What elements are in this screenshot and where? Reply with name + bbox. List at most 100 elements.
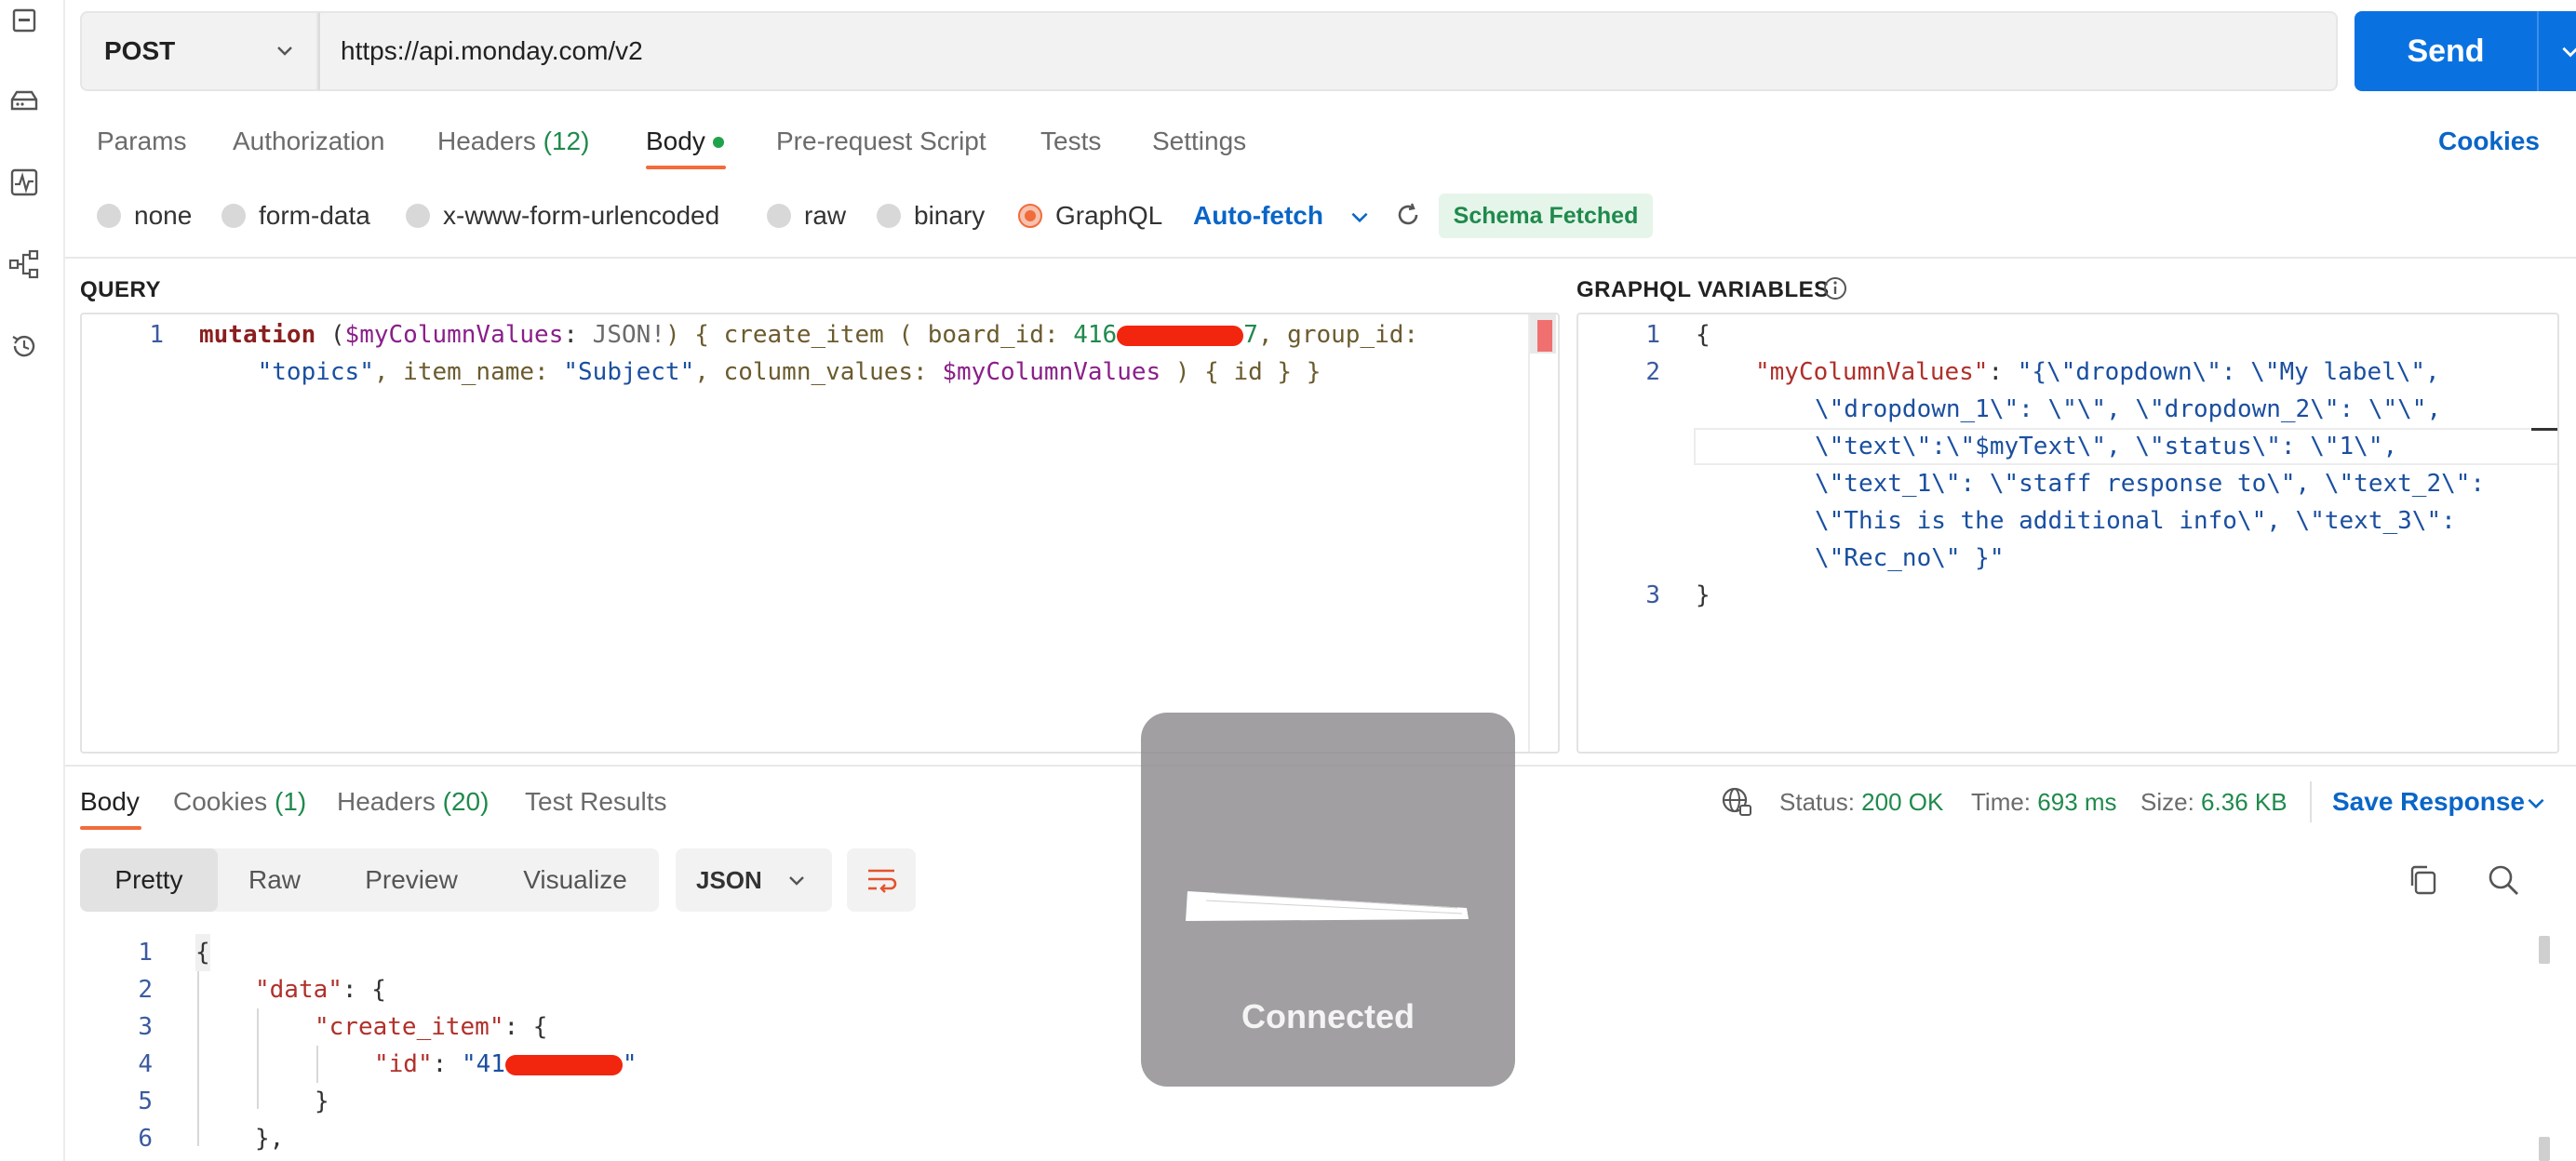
response-scrollbar-bottom[interactable]: [2539, 1137, 2550, 1161]
code-token: \"text_1\": \"staff response to\", \"tex…: [1815, 470, 2486, 498]
line-number: 3: [1645, 581, 1660, 609]
size-label: Size:: [2140, 788, 2194, 816]
active-tab-indicator: [80, 826, 141, 830]
code-token: :: [432, 1050, 462, 1078]
query-code-line-1: mutation ($myColumnValues: JSON!) { crea…: [199, 316, 1418, 354]
radio-graphql-circle: [1018, 204, 1042, 228]
graphql-variables-editor[interactable]: 1 2 3 { "myColumnValues": "{\"dropdown\"…: [1576, 313, 2559, 754]
response-tab-body[interactable]: Body: [80, 783, 140, 821]
chevron-down-icon: [277, 47, 292, 56]
info-icon[interactable]: [1822, 275, 1848, 301]
radio-raw[interactable]: raw: [767, 199, 846, 233]
autofetch-chevron-down-icon[interactable]: [1348, 205, 1372, 229]
radio-none[interactable]: none: [97, 199, 192, 233]
line-number: 4: [138, 1050, 153, 1078]
tab-params[interactable]: Params: [97, 123, 186, 160]
tab-tests[interactable]: Tests: [1040, 123, 1101, 160]
save-response-button[interactable]: Save Response: [2332, 783, 2525, 821]
query-editor[interactable]: 1 mutation ($myColumnValues: JSON!) { cr…: [80, 313, 1560, 754]
code-token: "myColumnValues": [1755, 358, 1989, 386]
tab-authorization[interactable]: Authorization: [233, 123, 384, 160]
code-token: $myColumnValues: [344, 321, 564, 349]
tab-headers-label: Headers: [437, 127, 536, 155]
method-select[interactable]: POST: [80, 11, 318, 91]
radio-urlencoded[interactable]: x-www-form-urlencoded: [406, 199, 719, 233]
tab-prerequest-script[interactable]: Pre-request Script: [776, 123, 986, 160]
response-line-3: "create_item": {: [315, 1008, 547, 1046]
time-value: 693 ms: [2037, 788, 2117, 816]
wrap-lines-button[interactable]: [847, 848, 916, 912]
view-pretty-button[interactable]: Pretty: [80, 848, 218, 912]
query-code-line-1-wrap: "topics", item_name: "Subject", column_v…: [199, 354, 1322, 391]
flows-icon[interactable]: [6, 246, 43, 283]
size-value: 6.36 KB: [2201, 788, 2288, 816]
tab-settings[interactable]: Settings: [1152, 123, 1246, 160]
radio-form-data-label: form-data: [259, 201, 370, 230]
code-token: (: [315, 321, 345, 349]
code-token: \"This is the additional info\", \"text_…: [1815, 507, 2456, 535]
line-number: 2: [1645, 358, 1660, 386]
code-token: mutation: [199, 321, 316, 349]
response-tab-cookies[interactable]: Cookies (1): [173, 783, 306, 821]
code-token: ) { create_item ( board_id:: [664, 321, 1074, 349]
code-token: }: [315, 1088, 329, 1115]
search-icon[interactable]: [2485, 861, 2522, 899]
time-label: Time:: [1971, 788, 2032, 816]
code-token: $myColumnValues: [942, 358, 1161, 386]
status-readout: Status: 200 OK: [1779, 783, 1943, 821]
view-preview-button[interactable]: Preview: [344, 848, 478, 912]
tab-headers[interactable]: Headers (12): [437, 123, 589, 160]
variables-code-line-2: "myColumnValues": "{\"dropdown\": \"My l…: [1755, 354, 2440, 391]
line-number: 1: [149, 321, 164, 349]
environment-icon[interactable]: [6, 82, 43, 119]
cookies-link[interactable]: Cookies: [2438, 123, 2540, 160]
autofetch-button[interactable]: Auto-fetch: [1193, 199, 1323, 233]
globe-icon[interactable]: [1720, 785, 1753, 819]
code-token: "create_item": [315, 1013, 504, 1041]
view-raw-button[interactable]: Raw: [223, 848, 326, 912]
code-token: },: [255, 1125, 285, 1153]
response-tab-cookies-count: (1): [274, 787, 307, 816]
radio-form-data[interactable]: form-data: [221, 199, 370, 233]
url-input[interactable]: https://api.monday.com/v2: [318, 11, 2338, 91]
send-options-button[interactable]: [2537, 11, 2576, 91]
radio-raw-label: raw: [804, 201, 847, 230]
radio-urlencoded-circle: [406, 204, 430, 228]
status-value: 200 OK: [1861, 788, 1944, 816]
collection-icon[interactable]: [6, 2, 43, 39]
code-token: , column_values:: [694, 358, 943, 386]
scroll-track: [1528, 314, 1530, 752]
graphql-variables-label: GRAPHQL VARIABLES: [1576, 277, 1830, 302]
code-token: :: [563, 321, 593, 349]
response-scrollbar[interactable]: [2539, 936, 2550, 964]
radio-raw-circle: [767, 204, 791, 228]
chevron-down-icon[interactable]: [2524, 791, 2548, 815]
refresh-icon[interactable]: [1394, 201, 1422, 229]
copy-icon[interactable]: [2405, 861, 2442, 899]
code-token: "{\"dropdown\": \"My label\",: [2017, 358, 2440, 386]
response-tab-headers[interactable]: Headers (20): [337, 783, 489, 821]
code-token: :: [1988, 358, 2018, 386]
radio-binary-circle: [877, 204, 901, 228]
schema-status-badge: Schema Fetched: [1439, 194, 1653, 238]
radio-none-circle: [97, 204, 121, 228]
response-line-4: "id": "41 ": [374, 1046, 637, 1083]
radio-binary[interactable]: binary: [877, 199, 985, 233]
format-select[interactable]: JSON: [676, 848, 832, 912]
response-tab-headers-count: (20): [442, 787, 490, 816]
line-number: 5: [138, 1088, 153, 1115]
indent-guide: [316, 1046, 318, 1083]
monitor-icon[interactable]: [6, 164, 43, 201]
radio-graphql[interactable]: GraphQL: [1018, 199, 1162, 233]
error-marker: [1537, 320, 1552, 352]
view-visualize-button[interactable]: Visualize: [503, 848, 648, 912]
format-value: JSON: [696, 865, 762, 894]
line-number: 6: [138, 1125, 153, 1153]
send-button[interactable]: Send: [2355, 11, 2537, 91]
tab-body[interactable]: Body: [646, 123, 705, 160]
history-icon[interactable]: [6, 327, 43, 365]
code-token: JSON!: [592, 321, 665, 349]
radio-none-label: none: [134, 201, 193, 230]
connected-label: Connected: [1241, 997, 1415, 1035]
response-tab-test-results[interactable]: Test Results: [525, 783, 667, 821]
